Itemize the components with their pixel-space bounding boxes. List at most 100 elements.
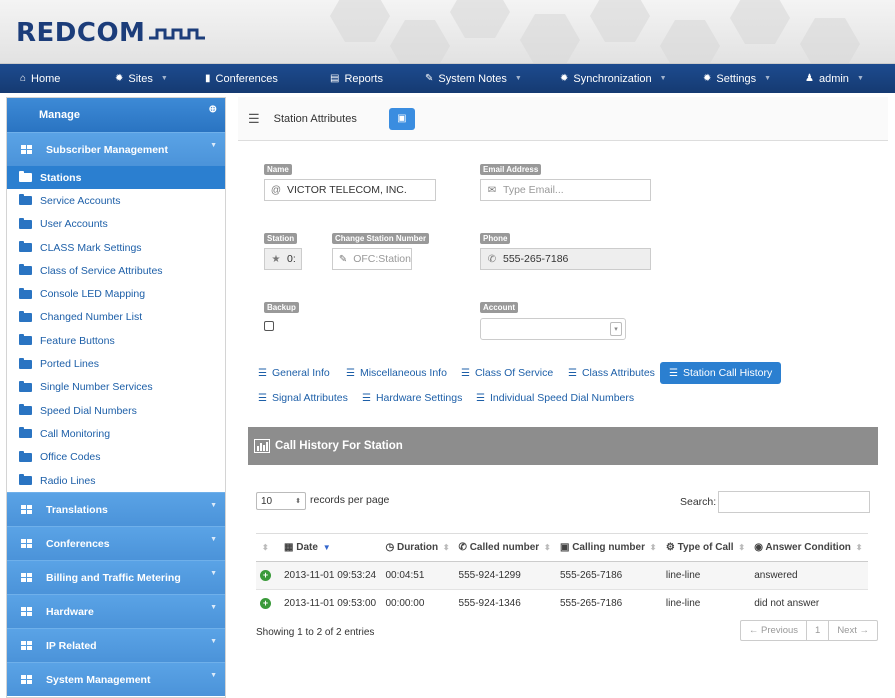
name-field[interactable]: @ VICTOR TELECOM, INC. (264, 179, 436, 201)
sidebar-section-subscriber-management[interactable]: Subscriber Management ▼ (7, 132, 225, 166)
sidebar-item-radio-lines[interactable]: Radio Lines (7, 469, 225, 492)
sidebar-item-service-accounts[interactable]: Service Accounts (7, 189, 225, 212)
tab-individual-speed-dial[interactable]: ☰ Individual Speed Dial Numbers (476, 392, 634, 404)
bar-chart-icon: ▮ (205, 73, 211, 84)
call-history-panel-header: Call History For Station (248, 427, 878, 465)
tab-signal-attributes[interactable]: ☰ Signal Attributes (258, 392, 348, 404)
sidebar-item-user-accounts[interactable]: User Accounts (7, 213, 225, 236)
pagination: ← Previous 1 Next → (739, 620, 878, 641)
grid-icon (21, 145, 32, 154)
star-icon: ★ (271, 253, 281, 265)
nav-settings[interactable]: ✹ Settings ▼ (703, 64, 771, 93)
sidebar-item-feature-buttons[interactable]: Feature Buttons (7, 329, 225, 352)
answer-condition-column-header[interactable]: ◉ Answer Condition ⬍ (750, 533, 868, 562)
menu-icon[interactable]: ☰ (248, 111, 260, 127)
grid-icon (21, 573, 32, 583)
nav-reports[interactable]: ▤ Reports (330, 64, 383, 93)
records-per-page-select[interactable]: 10 ⬍ (256, 492, 306, 510)
chevron-down-icon: ▼ (659, 75, 667, 82)
sidebar-section-system-management[interactable]: System Management ▼ (7, 662, 225, 697)
sidebar-item-changed-number-list[interactable]: Changed Number List (7, 306, 225, 329)
date-column-header[interactable]: ▦ Date ▼ (280, 533, 382, 562)
cell-type-of-call: line-line (661, 561, 751, 590)
nav-conferences[interactable]: ▮ Conferences (205, 64, 278, 93)
called-number-column-header[interactable]: ✆ Called number ⬍ (454, 533, 556, 562)
cell-answer-condition: did not answer (750, 589, 868, 618)
folder-icon (19, 334, 32, 346)
select-arrow-icon: ▾ (610, 322, 622, 336)
redcom-logo[interactable]: REDCOM (16, 18, 207, 48)
next-page-button[interactable]: Next → (829, 621, 877, 640)
tab-general-info[interactable]: ☰ General Info (258, 367, 330, 379)
expand-row-icon[interactable]: + (260, 570, 271, 581)
phone-field[interactable]: ✆ 555-265-7186 (480, 248, 651, 270)
email-label: Email Address (480, 164, 542, 175)
pencil-icon: ✎ (338, 253, 348, 265)
nav-admin[interactable]: ♟ admin ▼ (805, 64, 864, 93)
email-field[interactable]: ✉ Type Email... (480, 179, 651, 201)
chevron-down-icon: ▼ (210, 502, 217, 510)
chevron-down-icon: ▼ (856, 75, 864, 82)
gear-icon: ✹ (703, 73, 712, 84)
cell-date: 2013-11-01 09:53:24 (280, 561, 382, 590)
grid-icon (21, 641, 32, 651)
account-select[interactable]: ▾ (480, 318, 626, 340)
duration-column-header[interactable]: ◷ Duration ⬍ (381, 533, 455, 562)
tab-class-of-service[interactable]: ☰ Class Of Service (461, 367, 553, 379)
tab-hardware-settings[interactable]: ☰ Hardware Settings (362, 392, 462, 404)
cogs-icon: ⚙ (665, 542, 675, 553)
chevron-down-icon: ▼ (764, 75, 772, 82)
search-input[interactable] (718, 491, 870, 513)
envelope-icon: ✉ (487, 184, 497, 196)
folder-icon (19, 474, 32, 485)
sidebar-section-ip-related[interactable]: IP Related ▼ (7, 628, 225, 663)
grid-icon (21, 505, 32, 515)
change-station-field[interactable]: ✎ OFC:Station (332, 248, 412, 270)
sidebar-manage[interactable]: Manage ⊕ (7, 98, 225, 132)
nav-system-notes[interactable]: ✎ System Notes ▼ (425, 64, 522, 93)
folder-icon (19, 194, 32, 206)
sidebar-item-ported-lines[interactable]: Ported Lines (7, 352, 225, 375)
add-icon[interactable]: ⊕ (209, 104, 217, 115)
tab-class-attributes[interactable]: ☰ Class Attributes (568, 367, 655, 379)
calling-number-column-header[interactable]: ▣ Calling number ⬍ (555, 533, 662, 562)
sidebar: Manage ⊕ Subscriber Management ▼ Stations… (6, 97, 226, 698)
call-history-table: ⬍ ▦ Date ▼ ◷ Duration ⬍ ✆ Called number … (256, 533, 868, 618)
tab-station-call-history[interactable]: ☰ Station Call History (660, 362, 782, 384)
sidebar-item-office-codes[interactable]: Office Codes (7, 446, 225, 469)
sort-icon: ⬍ (649, 543, 657, 552)
sidebar-item-speed-dial-numbers[interactable]: Speed Dial Numbers (7, 399, 225, 422)
report-icon: ▤ (330, 73, 340, 84)
sidebar-section-hardware[interactable]: Hardware ▼ (7, 594, 225, 629)
grid-icon (21, 607, 32, 617)
folder-icon (19, 171, 32, 183)
sidebar-item-call-monitoring[interactable]: Call Monitoring (7, 422, 225, 445)
station-field[interactable]: ★ 0: (264, 248, 302, 270)
sort-icon: ⬍ (262, 543, 269, 552)
logo-wave-icon (149, 28, 206, 39)
sidebar-item-console-led-mapping[interactable]: Console LED Mapping (7, 282, 225, 305)
sidebar-section-conferences[interactable]: Conferences ▼ (7, 526, 225, 561)
cell-duration: 00:00:00 (381, 589, 455, 618)
page-1-button[interactable]: 1 (807, 621, 830, 640)
save-button[interactable]: ▣ (388, 107, 415, 130)
sort-icon: ⬍ (738, 543, 746, 552)
previous-page-button[interactable]: ← Previous (741, 621, 808, 640)
sidebar-item-single-number-services[interactable]: Single Number Services (7, 376, 225, 399)
tab-miscellaneous-info[interactable]: ☰ Miscellaneous Info (346, 367, 447, 379)
expand-column-header: ⬍ (256, 533, 280, 562)
search-label: Search: (680, 496, 717, 508)
nav-synchronization[interactable]: ✹ Synchronization ▼ (560, 64, 667, 93)
backup-checkbox[interactable] (264, 321, 274, 331)
expand-row-icon[interactable]: + (260, 598, 271, 610)
nav-home[interactable]: ⌂ Home (20, 64, 60, 93)
sidebar-item-stations[interactable]: Stations (7, 166, 225, 190)
sidebar-item-class-of-service-attributes[interactable]: Class of Service Attributes (7, 259, 225, 282)
sidebar-item-class-mark-settings[interactable]: CLASS Mark Settings (7, 236, 225, 259)
sidebar-section-billing[interactable]: Billing and Traffic Metering ▼ (7, 560, 225, 595)
type-of-call-column-header[interactable]: ⚙ Type of Call ⬍ (661, 533, 751, 562)
list-icon: ☰ (258, 392, 267, 404)
cell-called-number: 555-924-1346 (454, 589, 556, 618)
nav-sites[interactable]: ✹ Sites ▼ (115, 64, 168, 93)
sidebar-section-translations[interactable]: Translations ▼ (7, 492, 225, 527)
